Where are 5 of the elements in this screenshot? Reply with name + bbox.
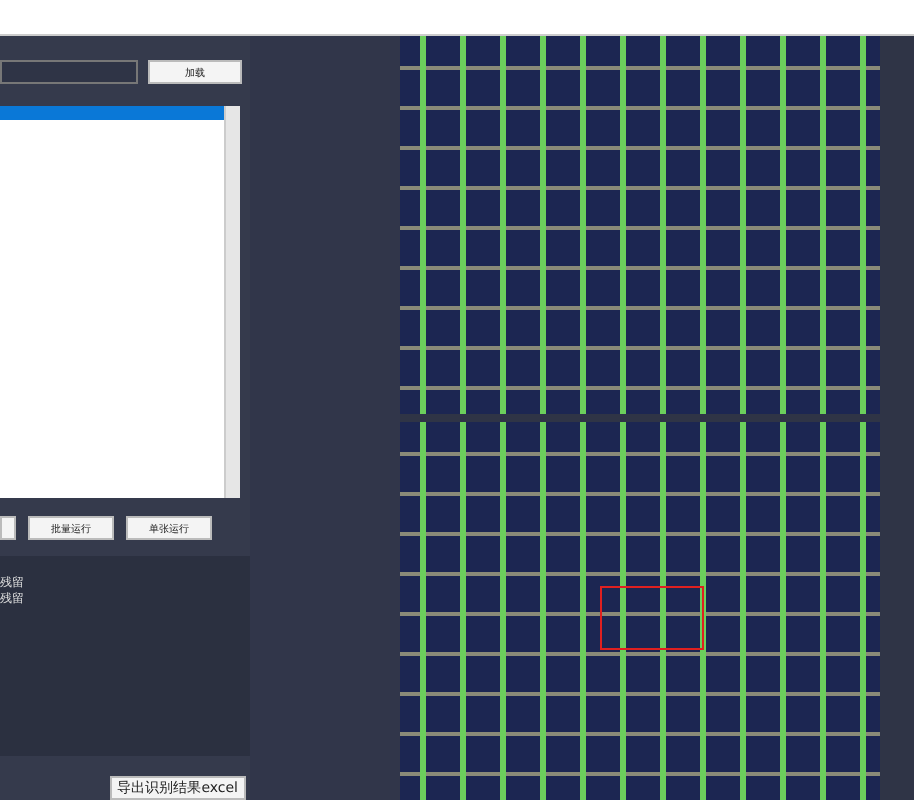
button[interactable] <box>0 516 16 540</box>
list-item[interactable] <box>0 106 224 120</box>
scrollbar[interactable] <box>224 106 240 498</box>
detection-box <box>600 586 704 650</box>
path-field[interactable] <box>0 60 138 84</box>
